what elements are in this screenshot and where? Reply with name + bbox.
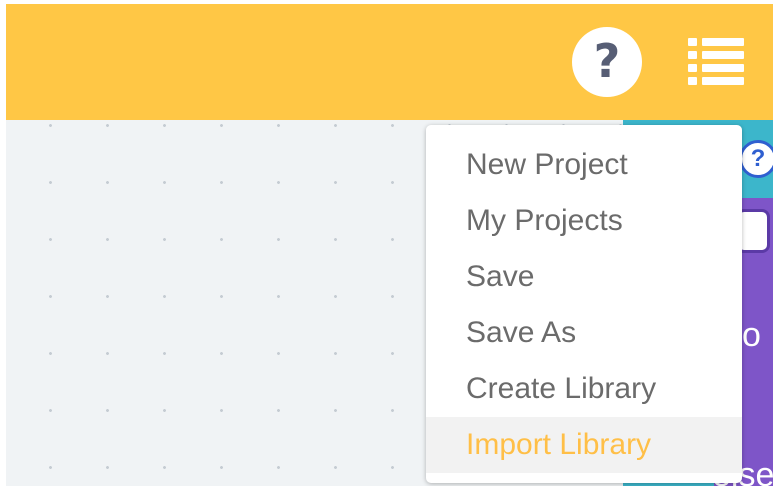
menu-item-my-projects[interactable]: My Projects	[426, 193, 742, 249]
top-bar: ?	[6, 4, 773, 120]
main-menu-button[interactable]	[688, 38, 744, 86]
menu-item-save[interactable]: Save	[426, 249, 742, 305]
main-menu-dropdown: New Project My Projects Save Save As Cre…	[426, 125, 742, 483]
app-frame: ? ? o else New Project My Projects Save …	[6, 4, 773, 486]
menu-item-new-project[interactable]: New Project	[426, 137, 742, 193]
block-label-fragment: o	[742, 316, 761, 354]
list-menu-icon	[688, 38, 744, 85]
menu-item-import-library[interactable]: Import Library	[426, 417, 742, 473]
menu-item-save-as[interactable]: Save As	[426, 305, 742, 361]
block-help-icon[interactable]: ?	[739, 140, 773, 178]
help-button[interactable]: ?	[572, 27, 642, 97]
help-icon: ?	[593, 34, 621, 88]
menu-item-create-library[interactable]: Create Library	[426, 361, 742, 417]
